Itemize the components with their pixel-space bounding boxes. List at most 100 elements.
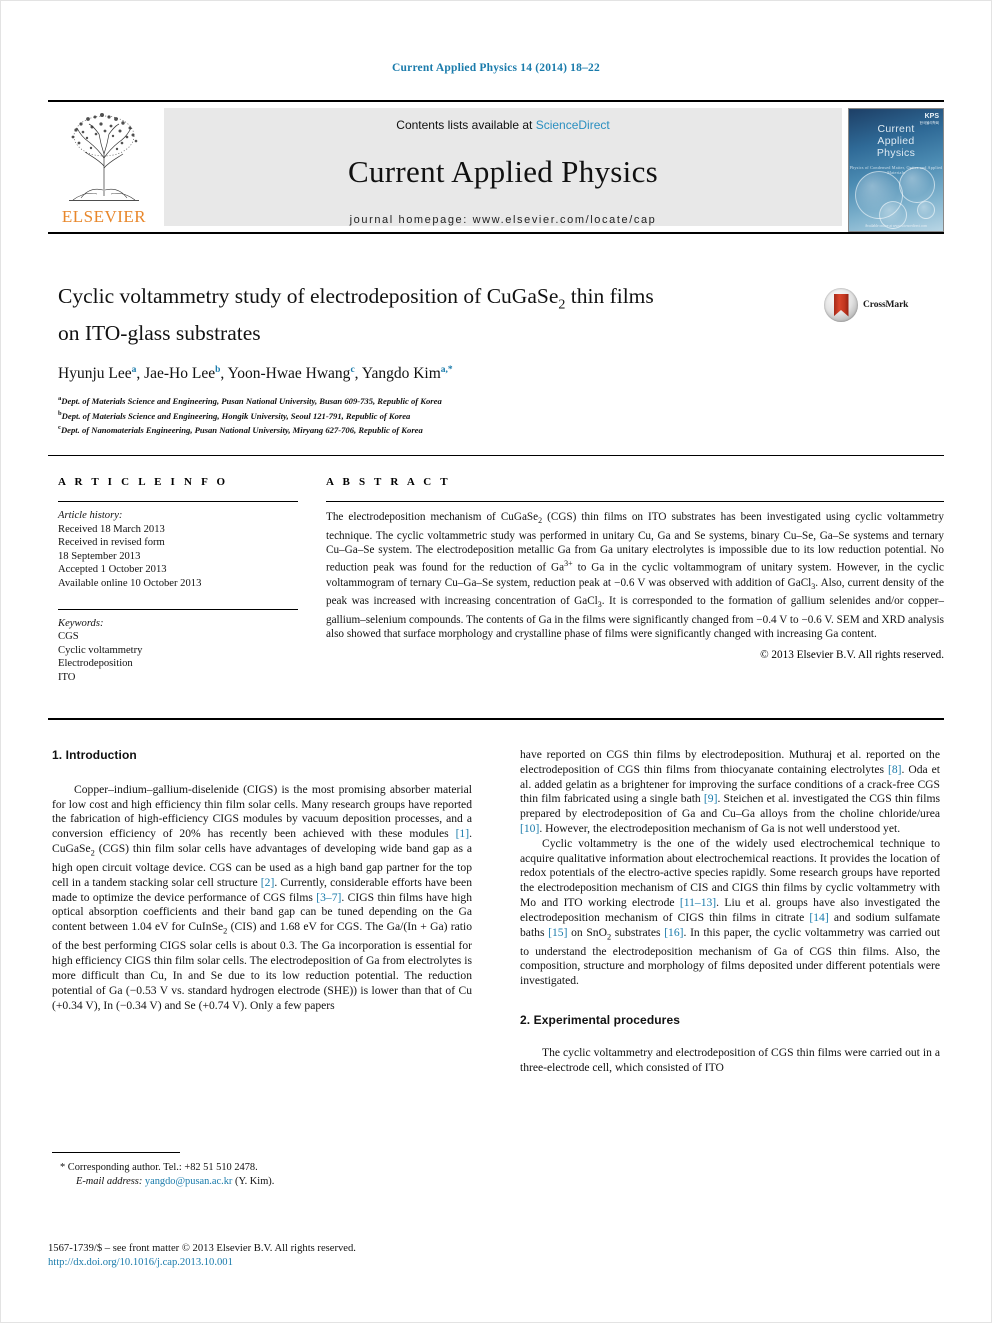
paragraph-intro-cont: have reported on CGS thin films by elect… bbox=[520, 748, 940, 837]
article-history-item: Available online 10 October 2013 bbox=[58, 577, 202, 589]
title-line-2: on ITO-glass substrates bbox=[58, 321, 261, 346]
affiliation-list: aDept. of Materials Science and Engineer… bbox=[58, 393, 818, 436]
bottom-matter: 1567-1739/$ – see front matter © 2013 El… bbox=[48, 1242, 648, 1270]
affiliation-text: Dept. of Materials Science and Engineeri… bbox=[61, 410, 411, 421]
citation-ref[interactable]: [11–13] bbox=[680, 896, 716, 909]
email-link[interactable]: yangdo@pusan.ac.kr bbox=[145, 1176, 232, 1187]
keywords-rule bbox=[58, 608, 298, 610]
title-part-2: thin films bbox=[565, 284, 654, 308]
journal-band: Contents lists available at ScienceDirec… bbox=[164, 108, 842, 226]
affiliation-text: Dept. of Materials Science and Engineeri… bbox=[61, 396, 442, 407]
crossmark-badge[interactable]: CrossMark bbox=[824, 288, 908, 322]
affiliation-item: aDept. of Materials Science and Engineer… bbox=[58, 393, 818, 407]
title-block: Cyclic voltammetry study of electrodepos… bbox=[58, 282, 818, 436]
journal-title: Current Applied Physics bbox=[348, 154, 658, 189]
article-info-heading: A R T I C L E I N F O bbox=[58, 476, 229, 488]
email-label: E-mail address: bbox=[76, 1176, 143, 1187]
article-info-rule bbox=[58, 501, 298, 502]
crossmark-label: CrossMark bbox=[863, 300, 909, 310]
citation-ref[interactable]: [1] bbox=[456, 827, 470, 840]
article-history-item: Received in revised form bbox=[58, 537, 165, 549]
email-note: E-mail address: yangdo@pusan.ac.kr (Y. K… bbox=[52, 1175, 472, 1189]
author-affil-mark: c bbox=[350, 365, 355, 376]
body-column-right: have reported on CGS thin films by elect… bbox=[520, 748, 940, 1075]
para-seg: The cyclic voltammetry and electrodeposi… bbox=[520, 1045, 940, 1074]
author-entry: Yoon-Hwae Hwangc bbox=[228, 365, 355, 382]
article-history: Article history: Received 18 March 2013 … bbox=[58, 509, 298, 591]
sciencedirect-link[interactable]: ScienceDirect bbox=[536, 118, 610, 132]
abstract-copyright: © 2013 Elsevier B.V. All rights reserved… bbox=[760, 648, 944, 661]
title-part-1: Cyclic voltammetry study of electrodepos… bbox=[58, 284, 559, 308]
citation-ref[interactable]: [16] bbox=[664, 926, 683, 939]
abstract-seg: The electrodeposition mechanism of CuGaS… bbox=[326, 511, 539, 523]
para-seg: (CIS) and 1.68 eV for CGS. The Ga/(In + … bbox=[52, 920, 472, 1012]
abstract-sup: 3+ bbox=[564, 559, 573, 569]
cover-title-line3: Physics bbox=[876, 147, 916, 159]
para-seg: Copper–indium–gallium-diselenide (CIGS) … bbox=[52, 782, 472, 841]
article-history-item: Received 18 March 2013 bbox=[58, 523, 165, 535]
contents-prefix: Contents lists available at bbox=[396, 118, 536, 132]
author-name: Hyunju Lee bbox=[58, 365, 132, 383]
keyword-item: Electrodeposition bbox=[58, 658, 133, 670]
citation-ref[interactable]: [9] bbox=[704, 792, 718, 805]
cover-footer: Available online at www.sciencedirect.co… bbox=[864, 224, 928, 228]
keywords-label: Keywords: bbox=[58, 617, 104, 629]
author-name: Yangdo Kim bbox=[361, 365, 441, 383]
issn-copyright-line: 1567-1739/$ – see front matter © 2013 El… bbox=[48, 1243, 356, 1254]
author-entry: Yangdo Kima,* bbox=[362, 365, 453, 382]
para-seg: substrates bbox=[611, 925, 665, 939]
author-entry: Jae-Ho Leeb bbox=[144, 365, 220, 382]
journal-homepage-link[interactable]: journal homepage: www.elsevier.com/locat… bbox=[350, 214, 657, 226]
corresponding-author-note: * Corresponding author. Tel.: +82 51 510… bbox=[60, 1162, 258, 1173]
cover-title: Current Applied Physics bbox=[849, 123, 943, 159]
citation-ref[interactable]: [3–7] bbox=[316, 891, 341, 904]
citation-ref[interactable]: [10] bbox=[520, 822, 539, 835]
body-column-left: 1. Introduction Copper–indium–gallium-di… bbox=[52, 748, 472, 1013]
cover-bubble-icon bbox=[899, 167, 935, 203]
article-history-item: Accepted 1 October 2013 bbox=[58, 564, 167, 576]
author-affil-mark: a,* bbox=[440, 365, 453, 376]
section-heading-experimental: 2. Experimental procedures bbox=[520, 1013, 680, 1028]
para-seg: have reported on CGS thin films by elect… bbox=[520, 748, 940, 776]
abstract-rule bbox=[326, 501, 944, 502]
paragraph-cyclic-voltammetry: Cyclic voltammetry is the one of the wid… bbox=[520, 837, 940, 989]
keywords-block: Keywords: CGS Cyclic voltammetry Electro… bbox=[58, 617, 298, 685]
elsevier-logo: ELSEVIER bbox=[48, 108, 160, 232]
affiliation-item: bDept. of Materials Science and Engineer… bbox=[58, 408, 818, 422]
author-name: Jae-Ho Lee bbox=[144, 365, 216, 383]
abstract-text: The electrodeposition mechanism of CuGaS… bbox=[326, 510, 944, 642]
page-title: Cyclic voltammetry study of electrodepos… bbox=[58, 282, 818, 347]
cover-bubble-icon bbox=[917, 201, 935, 219]
keyword-item: Cyclic voltammetry bbox=[58, 644, 143, 656]
journal-masthead: ELSEVIER Contents lists available at Sci… bbox=[48, 100, 944, 232]
running-head: Current Applied Physics 14 (2014) 18–22 bbox=[392, 62, 600, 74]
citation-ref[interactable]: [2] bbox=[261, 876, 275, 889]
keyword-item: ITO bbox=[58, 671, 76, 683]
article-history-item: 18 September 2013 bbox=[58, 550, 141, 562]
abstract-block: A B S T R A C T The electrodeposition me… bbox=[326, 476, 944, 661]
affiliation-text: Dept. of Nanomaterials Engineering, Pusa… bbox=[60, 424, 423, 435]
footnote-rule bbox=[52, 1152, 180, 1153]
elsevier-wordmark: ELSEVIER bbox=[61, 207, 147, 226]
info-section-bottom-rule bbox=[48, 718, 944, 720]
email-owner: (Y. Kim). bbox=[234, 1176, 275, 1187]
cover-title-line1: Current bbox=[877, 123, 915, 135]
paper-page: Current Applied Physics 14 (2014) 18–22 bbox=[0, 0, 992, 1323]
citation-ref[interactable]: [15] bbox=[548, 926, 567, 939]
contents-available-line: Contents lists available at ScienceDirec… bbox=[396, 118, 609, 132]
crossmark-icon bbox=[824, 288, 858, 322]
cover-title-line2: Applied bbox=[877, 135, 915, 147]
paragraph-experimental: The cyclic voltammetry and electrodeposi… bbox=[520, 1046, 940, 1076]
abstract-heading: A B S T R A C T bbox=[326, 476, 451, 488]
doi-link[interactable]: http://dx.doi.org/10.1016/j.cap.2013.10.… bbox=[48, 1256, 648, 1270]
author-affil-mark: b bbox=[215, 365, 221, 376]
article-history-label: Article history: bbox=[58, 510, 123, 521]
para-seg: on SnO bbox=[567, 925, 607, 939]
article-info-block: A R T I C L E I N F O Article history: R… bbox=[58, 476, 298, 685]
cover-badge-text: KPS bbox=[924, 113, 939, 120]
author-entry: Hyunju Leea bbox=[58, 365, 136, 382]
citation-ref[interactable]: [14] bbox=[809, 911, 828, 924]
citation-ref[interactable]: [8] bbox=[888, 763, 902, 776]
author-list: Hyunju Leea, Jae-Ho Leeb, Yoon-Hwae Hwan… bbox=[58, 365, 453, 383]
author-name: Yoon-Hwae Hwang bbox=[227, 365, 351, 383]
